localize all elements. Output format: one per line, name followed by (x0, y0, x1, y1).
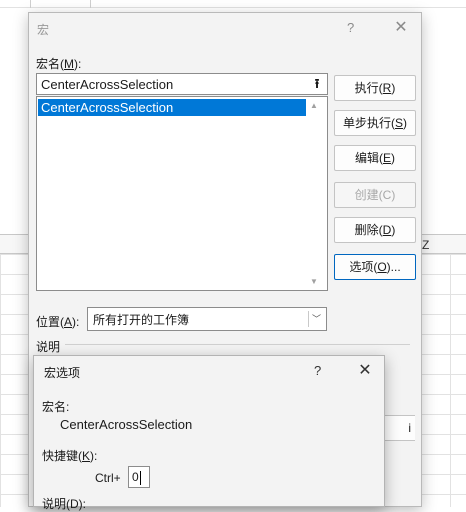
collapse-dialog-icon[interactable]: ⭱ (307, 74, 327, 94)
scroll-down-icon[interactable]: ▼ (310, 277, 318, 286)
run-button[interactable]: 执行(R) (334, 75, 416, 101)
macro-dialog-titlebar[interactable]: 宏 ? ✕ (29, 13, 421, 45)
options-macro-name-value: CenterAcrossSelection (60, 417, 193, 432)
create-button[interactable]: 创建(C) (334, 182, 416, 208)
close-icon[interactable]: ✕ (387, 16, 415, 40)
ribbon-divider (30, 0, 31, 8)
help-button[interactable]: ? (314, 363, 321, 378)
macro-options-title: 宏选项 (44, 366, 81, 380)
column-header-z[interactable]: Z (422, 238, 429, 252)
description-label: 说明 (36, 340, 61, 354)
delete-button[interactable]: 删除(D) (334, 217, 416, 243)
options-description-label: 说明(D): (42, 497, 86, 511)
step-into-button[interactable]: 单步执行(S) (334, 110, 416, 136)
ctrl-prefix-label: Ctrl+ (95, 471, 121, 485)
options-button[interactable]: 选项(O)... (334, 254, 416, 280)
location-select[interactable]: 所有打开的工作簿 ﹀ (87, 307, 327, 331)
macro-list[interactable]: CenterAcrossSelection ▲ ▼ (36, 96, 328, 291)
shortcut-label: 快捷键(K): (42, 449, 98, 463)
location-label: 位置(A): (36, 315, 80, 329)
macro-list-item-selected[interactable]: CenterAcrossSelection (38, 99, 306, 116)
macro-name-label: 宏名(M): (36, 57, 82, 71)
ribbon-divider (90, 0, 91, 8)
macro-name-input[interactable]: CenterAcrossSelection (36, 73, 328, 95)
chevron-down-icon[interactable]: ﹀ (308, 311, 324, 327)
help-button[interactable]: ? (347, 20, 354, 35)
close-icon[interactable]: ✕ (352, 359, 378, 383)
scroll-up-icon[interactable]: ▲ (310, 101, 318, 110)
macro-dialog-title: 宏 (37, 23, 50, 37)
edit-button[interactable]: 编辑(E) (334, 145, 416, 171)
ribbon-edge (0, 0, 466, 8)
description-separator (65, 344, 410, 345)
options-macro-name-label: 宏名: (42, 400, 70, 414)
shortcut-key-input[interactable]: 0 (128, 466, 150, 488)
macro-options-dialog: 宏选项 ? ✕ 宏名: CenterAcrossSelection 快捷键(K)… (33, 355, 385, 511)
location-value: 所有打开的工作簿 (93, 313, 190, 327)
